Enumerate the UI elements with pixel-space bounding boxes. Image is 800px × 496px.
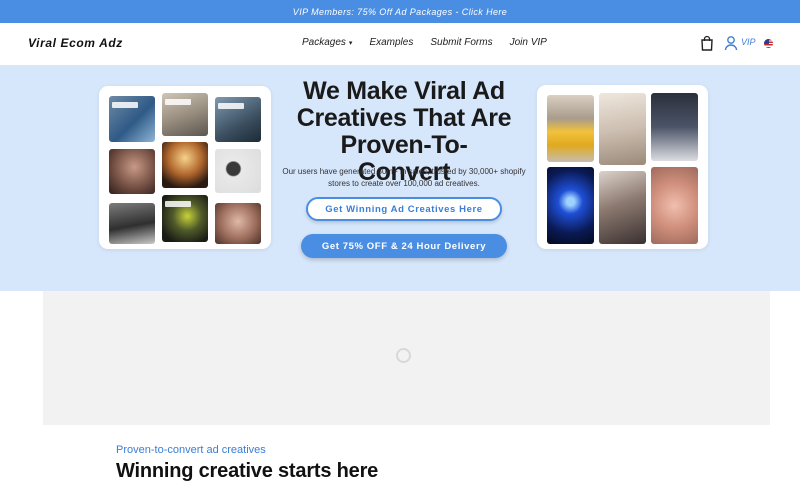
creative-thumbnail xyxy=(109,149,155,194)
creative-thumbnail xyxy=(651,93,698,161)
get-discount-button[interactable]: Get 75% OFF & 24 Hour Delivery xyxy=(301,234,507,258)
nav-examples[interactable]: Examples xyxy=(369,37,413,48)
creative-thumbnail xyxy=(547,167,594,244)
creative-thumbnail xyxy=(599,171,646,244)
main-nav: Packages ▾ Examples Submit Forms Join VIP xyxy=(302,37,547,48)
creative-thumbnail xyxy=(215,203,261,244)
creative-thumbnail xyxy=(215,149,261,193)
section-title: Winning creative starts here xyxy=(116,460,379,482)
loading-spinner-icon xyxy=(396,348,411,363)
creative-thumbnail xyxy=(162,195,208,242)
creative-thumbnail xyxy=(162,142,208,188)
chevron-down-icon: ▾ xyxy=(348,39,353,47)
creative-thumbnail xyxy=(215,97,261,142)
creative-thumbnail xyxy=(599,93,646,165)
creative-grid-right xyxy=(537,85,708,249)
creative-thumbnail xyxy=(547,95,594,162)
nav-packages[interactable]: Packages ▾ xyxy=(302,37,352,48)
nav-join-vip[interactable]: Join VIP xyxy=(510,37,547,48)
creative-thumbnail xyxy=(162,93,208,136)
nav-submit-forms[interactable]: Submit Forms xyxy=(430,37,492,48)
creative-thumbnail xyxy=(651,167,698,244)
hero-subtitle: Our users have generated 30m+ in sales, … xyxy=(282,167,526,188)
creative-thumbnail xyxy=(109,96,155,142)
announcement-bar[interactable]: VIP Members: 75% Off Ad Packages - Click… xyxy=(0,0,800,23)
hero-section: We Make Viral Ad Creatives That Are Prov… xyxy=(0,65,800,291)
creative-thumbnail xyxy=(109,203,155,244)
cart-icon[interactable] xyxy=(700,35,714,51)
creative-grid-left xyxy=(99,86,271,249)
get-winning-creatives-button[interactable]: Get Winning Ad Creatives Here xyxy=(306,197,502,221)
nav-packages-label: Packages xyxy=(302,37,346,48)
user-icon[interactable] xyxy=(724,35,738,51)
brand-logo[interactable]: Viral Ecom Adz xyxy=(28,36,123,50)
vip-link[interactable]: VIP xyxy=(741,37,756,47)
site-header: Viral Ecom Adz Packages ▾ Examples Submit… xyxy=(0,23,800,65)
section-eyebrow: Proven-to-convert ad creatives xyxy=(116,444,266,456)
us-flag-icon[interactable] xyxy=(764,39,773,48)
